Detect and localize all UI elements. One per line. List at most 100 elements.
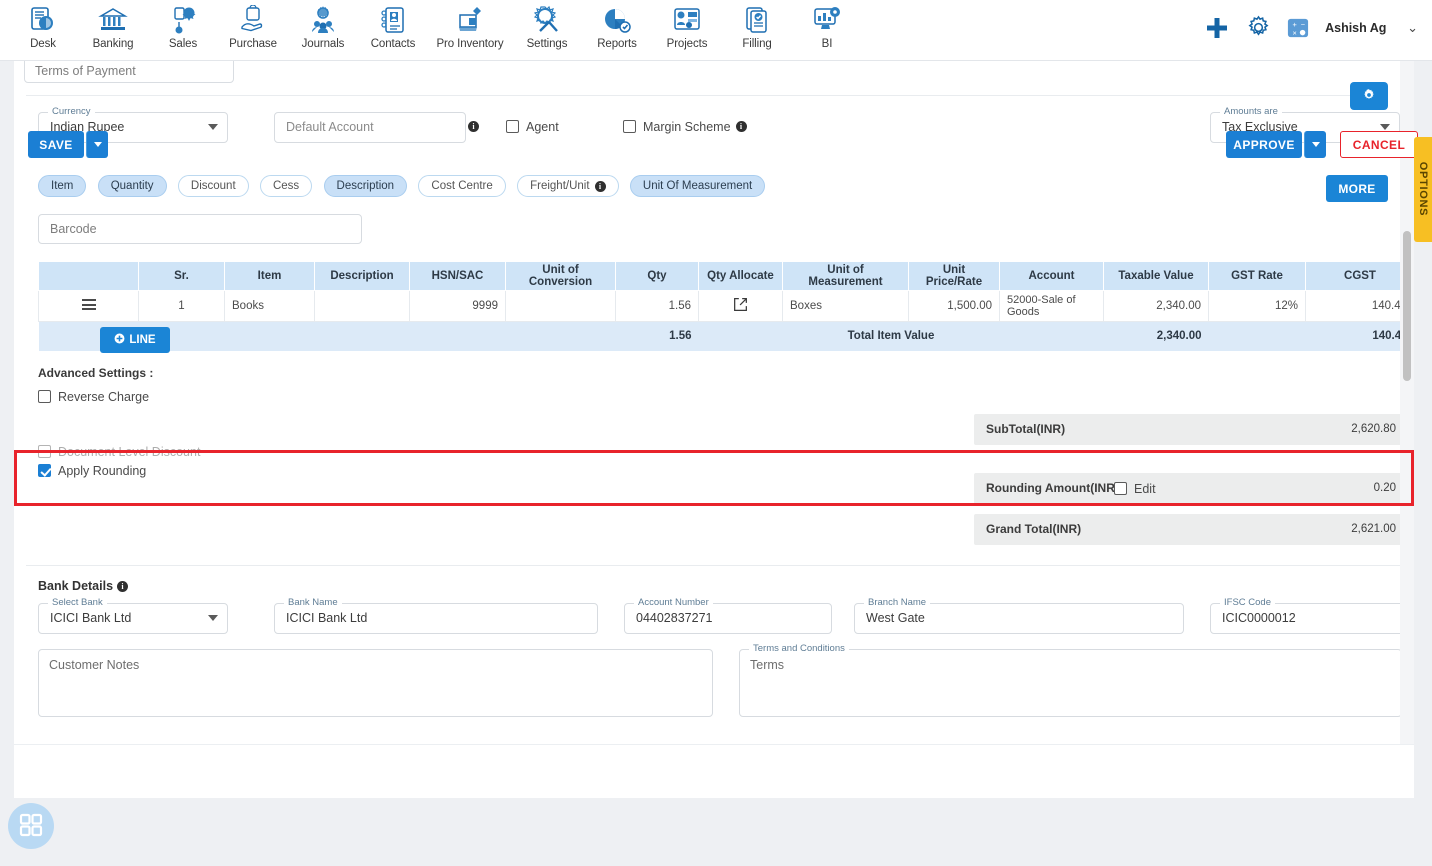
th-qty: Qty bbox=[615, 261, 699, 291]
terms-of-payment-field[interactable]: Terms of Payment bbox=[24, 61, 234, 83]
nav-item-bi[interactable]: BI bbox=[792, 0, 862, 58]
chip-description[interactable]: Description bbox=[323, 175, 408, 197]
cell-description[interactable] bbox=[314, 290, 410, 322]
chevron-down-icon[interactable] bbox=[208, 615, 218, 621]
plus-icon[interactable] bbox=[1204, 15, 1230, 41]
save-dropdown-button[interactable] bbox=[86, 131, 108, 158]
grand-total-label: Grand Total(INR) bbox=[986, 522, 1082, 536]
barcode-input[interactable]: Barcode bbox=[38, 214, 362, 244]
bank-name-input[interactable]: Bank Name ICICI Bank Ltd bbox=[274, 597, 598, 634]
contacts-icon bbox=[378, 5, 408, 35]
account-number-label: Account Number bbox=[634, 597, 713, 608]
branch-name-value: West Gate bbox=[866, 611, 925, 625]
chevron-down-icon[interactable]: ⌄ bbox=[1407, 20, 1418, 36]
default-account-info-icon[interactable]: i bbox=[468, 121, 479, 132]
scrolled-top-region: Terms of Payment bbox=[14, 61, 1400, 95]
th-unit-of-conversion: Unit of Conversion bbox=[505, 261, 616, 291]
chevron-down-icon[interactable] bbox=[1380, 124, 1390, 130]
th-hsn-sac: HSN/SAC bbox=[409, 261, 506, 291]
margin-scheme-checkbox[interactable]: Margin Scheme i bbox=[623, 119, 747, 134]
chip-unit-of-measurement[interactable]: Unit Of Measurement bbox=[629, 175, 766, 197]
reverse-charge-checkbox[interactable]: Reverse Charge bbox=[38, 389, 638, 404]
select-bank-select[interactable]: Select Bank ICICI Bank Ltd bbox=[38, 597, 228, 634]
nav-item-filling[interactable]: Filling bbox=[722, 0, 792, 58]
nav-item-settings[interactable]: Settings bbox=[512, 0, 582, 58]
chip-cost-centre[interactable]: Cost Centre bbox=[418, 175, 506, 197]
amounts-are-label: Amounts are bbox=[1220, 106, 1282, 117]
form-footer bbox=[14, 744, 1414, 798]
chip-quantity[interactable]: Quantity bbox=[97, 175, 167, 197]
ifsc-code-input[interactable]: IFSC Code ICIC0000012 bbox=[1210, 597, 1414, 634]
options-tab-label: OPTIONS bbox=[1417, 161, 1429, 217]
document-level-discount-checkbox[interactable]: Document Level Discount bbox=[38, 444, 200, 459]
branch-name-input[interactable]: Branch Name West Gate bbox=[854, 597, 1184, 634]
nav-item-journals[interactable]: Journals bbox=[288, 0, 358, 58]
cell-unit-price-rate[interactable]: 1,500.00 bbox=[908, 290, 1000, 322]
cell-hsn-sac[interactable]: 9999 bbox=[409, 290, 506, 322]
chip-freight-unit[interactable]: Freight/Unit i bbox=[517, 175, 619, 197]
nav-label: Journals bbox=[301, 38, 345, 50]
svg-text:−: − bbox=[1301, 20, 1305, 29]
terms-of-payment-value: Terms of Payment bbox=[35, 64, 136, 78]
nav-item-contacts[interactable]: Contacts bbox=[358, 0, 428, 58]
nav-item-banking[interactable]: Banking bbox=[78, 0, 148, 58]
more-button[interactable]: MORE bbox=[1326, 175, 1388, 202]
approve-dropdown-button[interactable] bbox=[1304, 131, 1326, 158]
account-number-input[interactable]: Account Number 04402837271 bbox=[624, 597, 832, 634]
total-spacer-8 bbox=[999, 321, 1104, 351]
user-name[interactable]: Ashish Agerwal bbox=[1325, 21, 1387, 35]
chip-item[interactable]: Item bbox=[38, 175, 87, 197]
table-header-row: Sr. Item Description HSN/SAC Unit of Con… bbox=[38, 261, 1414, 291]
cell-gst-rate[interactable]: 12% bbox=[1208, 290, 1306, 322]
cell-item[interactable]: Books bbox=[224, 290, 315, 322]
bank-details-info-icon[interactable]: i bbox=[117, 581, 129, 593]
cancel-button[interactable]: CANCEL bbox=[1340, 131, 1418, 158]
chip-discount[interactable]: Discount bbox=[177, 175, 249, 197]
cell-qty[interactable]: 1.56 bbox=[615, 290, 699, 322]
chevron-down-icon[interactable] bbox=[208, 124, 218, 130]
th-handle bbox=[38, 261, 139, 291]
options-tab[interactable]: OPTIONS bbox=[1414, 137, 1432, 242]
nav-item-sales[interactable]: Sales bbox=[148, 0, 218, 58]
nav-item-purchase[interactable]: Purchase bbox=[218, 0, 288, 58]
nav-item-projects[interactable]: Projects bbox=[652, 0, 722, 58]
default-account-input[interactable]: Default Account bbox=[274, 112, 466, 143]
nav-item-pro-inventory[interactable]: Pro Inventory bbox=[428, 0, 512, 58]
terms-and-conditions-textarea[interactable]: Terms and Conditions Terms bbox=[739, 643, 1402, 717]
save-button[interactable]: SAVE bbox=[28, 131, 84, 158]
cell-unit-of-conversion[interactable] bbox=[505, 290, 616, 322]
vertical-scrollbar[interactable] bbox=[1400, 61, 1414, 744]
document-level-discount-label: Document Level Discount bbox=[58, 444, 201, 459]
approve-button[interactable]: APPROVE bbox=[1226, 131, 1302, 158]
cell-account[interactable]: 52000-Sale of Goods bbox=[999, 290, 1104, 322]
agent-checkbox[interactable]: Agent bbox=[506, 119, 559, 134]
nav-item-desk[interactable]: Desk bbox=[8, 0, 78, 58]
grand-total-row: Grand Total(INR) 2,621.00 bbox=[974, 514, 1414, 545]
row-drag-handle[interactable] bbox=[38, 290, 139, 322]
nav-right-actions: +−× Ashish Agerwal ⌄ bbox=[1204, 0, 1432, 55]
apps-floating-button[interactable] bbox=[8, 803, 54, 849]
column-settings-button[interactable] bbox=[1350, 82, 1388, 110]
cell-unit-of-measurement[interactable]: Boxes bbox=[782, 290, 909, 322]
chip-cess[interactable]: Cess bbox=[259, 175, 313, 197]
margin-scheme-info-icon[interactable]: i bbox=[735, 121, 747, 133]
rounding-edit-checkbox[interactable]: Edit bbox=[1114, 481, 1156, 496]
total-cgst: 140.40 bbox=[1305, 321, 1414, 351]
purchase-icon bbox=[238, 4, 268, 35]
customer-notes-textarea[interactable]: Customer Notes bbox=[38, 649, 713, 717]
invoice-form-card: Terms of Payment Currency Indian Rupee D… bbox=[14, 61, 1414, 744]
add-line-button[interactable]: LINE bbox=[100, 327, 170, 353]
nav-label: Banking bbox=[92, 38, 134, 50]
scrollbar-thumb[interactable] bbox=[1403, 231, 1411, 381]
page-body: Terms of Payment Currency Indian Rupee D… bbox=[0, 61, 1432, 866]
apply-rounding-checkbox[interactable]: Apply Rounding bbox=[38, 463, 146, 478]
gear-icon[interactable] bbox=[1246, 15, 1271, 40]
checkbox-box bbox=[38, 445, 51, 459]
table-row[interactable]: 1 Books 9999 1.56 Boxes 1,500.00 52000-S… bbox=[38, 290, 1414, 322]
checkbox-box bbox=[38, 390, 51, 404]
info-icon: i bbox=[594, 180, 606, 192]
cell-qty-allocate[interactable] bbox=[698, 290, 783, 322]
nav-item-reports[interactable]: Reports bbox=[582, 0, 652, 58]
terms-and-conditions-value: Terms bbox=[750, 658, 785, 672]
calculator-icon[interactable]: + − × bbox=[1287, 17, 1309, 39]
